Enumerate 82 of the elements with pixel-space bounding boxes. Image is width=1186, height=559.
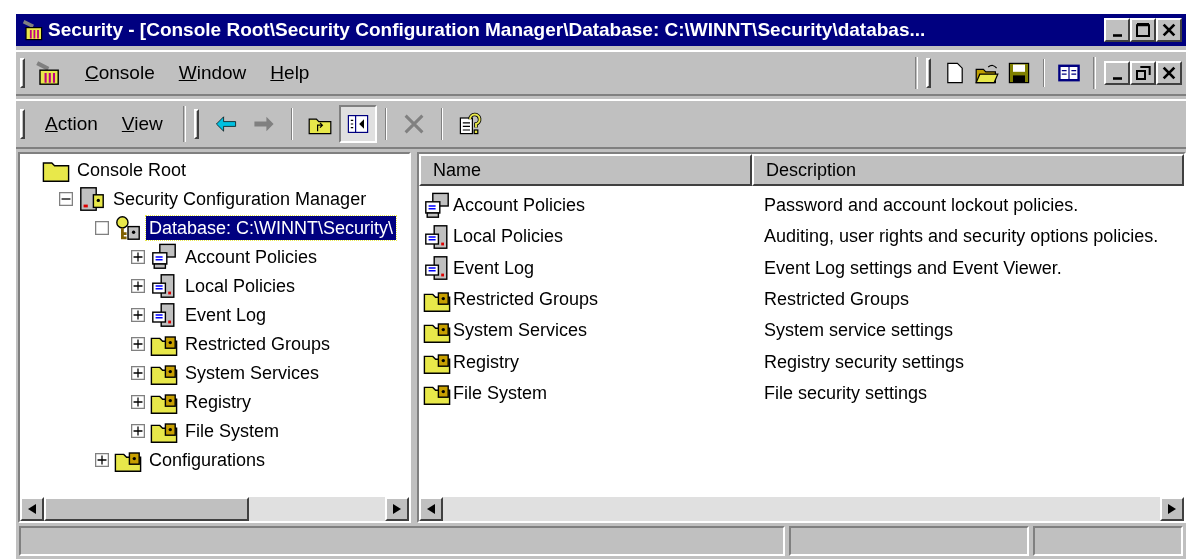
maximize-icon (1135, 22, 1151, 38)
child-restore-button[interactable] (1130, 61, 1156, 85)
table-cell-text: Registry security settings (763, 350, 965, 374)
toolbox-icon (20, 18, 44, 42)
scroll-right-button[interactable] (385, 497, 409, 521)
table-cell[interactable]: Account Policies (453, 192, 586, 220)
minimize-icon (1112, 76, 1122, 80)
table-cell[interactable]: System Services (453, 317, 588, 345)
scroll-right-button[interactable] (1160, 497, 1184, 521)
column-header[interactable]: Description (752, 154, 1184, 186)
toolbar-grip[interactable] (20, 58, 25, 88)
expand-toggle[interactable] (131, 394, 145, 409)
table-cell[interactable]: Local Policies (453, 223, 564, 251)
toolbar-grip[interactable] (193, 109, 199, 139)
close-icon (1161, 22, 1177, 38)
child-close-button[interactable] (1156, 61, 1182, 85)
table-cell[interactable]: File System (453, 379, 548, 407)
table-cell-text: Auditing, user rights and security options policies. (763, 225, 1159, 249)
menu-item[interactable]: View (109, 109, 175, 139)
tree-pane-icon (345, 112, 370, 136)
minimize-button[interactable] (1104, 18, 1130, 42)
tree-item[interactable]: Event Log (182, 302, 270, 327)
left-triangle-icon (28, 503, 36, 515)
tree-item[interactable]: Restricted Groups (182, 331, 334, 356)
child-minimize-button[interactable] (1104, 61, 1130, 85)
menu-item[interactable]: Action (33, 109, 110, 139)
tree-item[interactable]: System Services (182, 360, 323, 385)
scroll-left-button[interactable] (419, 497, 443, 521)
right-triangle-icon (1168, 503, 1176, 515)
expand-toggle[interactable] (131, 249, 145, 264)
horizontal-scrollbar[interactable] (419, 497, 1184, 521)
menu-item[interactable]: Console (73, 58, 167, 88)
table-cell-text: Event Log settings and Event Viewer. (763, 256, 1062, 280)
horizontal-scrollbar[interactable] (20, 497, 409, 521)
expand-toggle[interactable] (131, 336, 145, 351)
expand-toggle[interactable] (131, 278, 145, 293)
menu-item[interactable]: Help (258, 58, 322, 88)
table-cell[interactable]: Registry (453, 348, 519, 376)
table-cell-text: Password and account lockout policies. (763, 194, 1079, 218)
computer-icon (423, 222, 451, 251)
collapse-toggle[interactable] (59, 191, 73, 206)
scroll-thumb[interactable] (44, 497, 249, 521)
column-header[interactable]: Name (419, 154, 752, 186)
computer-icon (150, 271, 178, 300)
table-cell-text: System service settings (763, 319, 954, 343)
menu-item[interactable]: Window (166, 58, 259, 88)
computer-icon (423, 254, 451, 283)
close-icon (1161, 65, 1177, 81)
minimize-icon (1112, 33, 1122, 37)
help-icon (457, 112, 482, 136)
toolbar-grip[interactable] (20, 109, 25, 139)
window-title: Security - [Console Root\Security Configuration Manager\Database: C:\WINNT\Security\databas... (48, 17, 927, 42)
key-lock-icon (114, 213, 142, 242)
scroll-left-button[interactable] (20, 497, 44, 521)
tree-item[interactable]: File System (182, 418, 283, 443)
left-triangle-icon (427, 503, 435, 515)
computers-icon (423, 191, 451, 220)
locked-server-icon (78, 184, 106, 213)
tree-item[interactable]: Account Policies (182, 244, 321, 269)
expand-toggle[interactable] (95, 452, 109, 467)
table-cell-text: File security settings (763, 381, 928, 405)
maximize-button[interactable] (1130, 18, 1156, 42)
expand-toggle[interactable] (131, 423, 145, 438)
tree-item[interactable]: Local Policies (182, 273, 299, 298)
expand-toggle[interactable] (131, 307, 145, 322)
expand-toggle[interactable] (131, 365, 145, 380)
computers-icon (150, 242, 178, 271)
computer-icon (150, 300, 178, 329)
tree-item[interactable]: Registry (182, 389, 254, 414)
table-cell[interactable]: Restricted Groups (453, 286, 599, 314)
collapse-toggle[interactable] (95, 220, 109, 235)
right-triangle-icon (393, 503, 401, 515)
toolbar-grip[interactable] (926, 58, 931, 88)
tree-item[interactable]: Security Configuration Manager (110, 186, 370, 211)
restore-icon (1135, 65, 1151, 81)
tree-item[interactable]: Database: C:\WINNT\Security\ (146, 215, 397, 240)
tree-item[interactable]: Configurations (146, 447, 269, 472)
tree-button[interactable] (338, 105, 377, 143)
table-cell-text: Restricted Groups (763, 288, 910, 312)
tree-item[interactable]: Console Root (74, 157, 190, 182)
close-button[interactable] (1156, 18, 1182, 42)
table-cell[interactable]: Event Log (453, 254, 535, 282)
